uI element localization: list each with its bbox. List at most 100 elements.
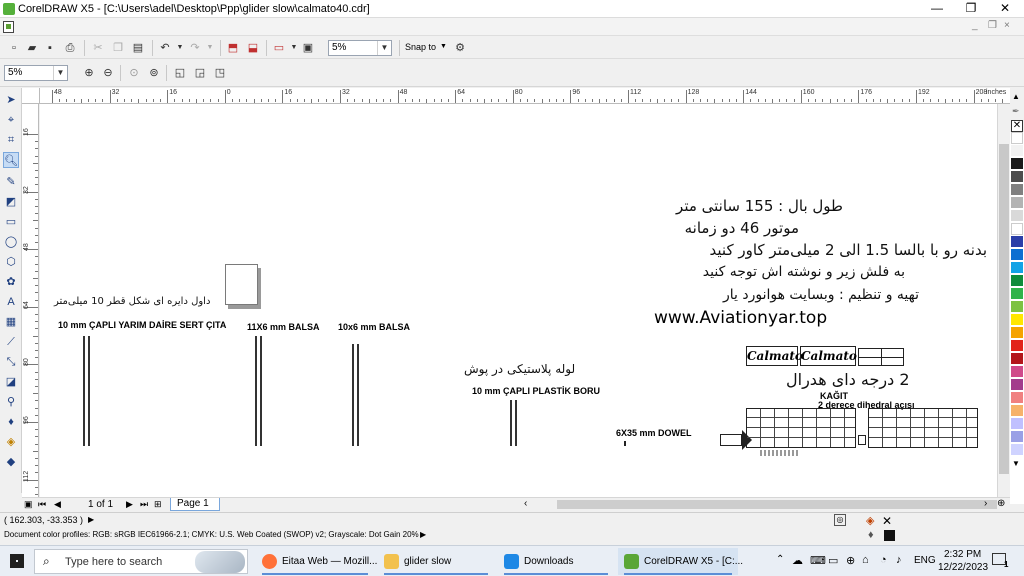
print-icon[interactable]: ⎙ xyxy=(62,40,78,56)
redo-dropdown-icon[interactable]: ▼ xyxy=(202,40,218,56)
page-icon[interactable]: ▣ xyxy=(24,499,33,510)
half-round-strip[interactable] xyxy=(83,336,85,446)
zoom-to-page-height-icon[interactable]: ◳ xyxy=(212,65,228,81)
horizontal-ruler[interactable]: 48 32 16 0 16 32 48 64 80 96 112 128 144 160 176 192 208… xyxy=(40,88,1010,104)
palette-swatch[interactable] xyxy=(1011,392,1023,404)
language-indicator[interactable]: ENG xyxy=(914,555,936,566)
calmato-logo-grid[interactable] xyxy=(858,348,904,366)
palette-swatch[interactable] xyxy=(1011,314,1023,326)
property-zoom-combo[interactable]: 5% ▼ xyxy=(4,65,68,81)
zoom-to-all-objects-icon[interactable]: ⊚ xyxy=(146,65,162,81)
palette-swatch[interactable] xyxy=(1011,210,1023,222)
dowel-label[interactable]: 6X35 mm DOWEL xyxy=(616,428,692,438)
close-button[interactable]: ✕ xyxy=(988,0,1022,18)
import-icon[interactable]: ⬒ xyxy=(225,40,241,56)
vertical-ruler[interactable]: 163248648096112128 xyxy=(22,104,39,497)
palette-swatch[interactable] xyxy=(1011,353,1023,365)
palette-swatch[interactable] xyxy=(1011,340,1023,352)
balsa-10x6-label[interactable]: 10x6 mm BALSA xyxy=(338,322,410,332)
taskbar-coreldraw[interactable]: CorelDRAW X5 - [C:... xyxy=(618,548,743,575)
arrow-left-icon[interactable] xyxy=(858,435,866,445)
pen-nib-icon[interactable]: ✒ xyxy=(1012,106,1020,117)
calmato-logo[interactable]: Calmato xyxy=(800,346,857,366)
welcome-screen-icon[interactable]: ▣ xyxy=(300,40,316,56)
maximize-button[interactable]: ❐ xyxy=(954,0,988,18)
dimension-tool-icon[interactable]: ⟋ xyxy=(3,334,19,350)
snap-to-dropdown-icon[interactable]: ▼ xyxy=(440,43,447,50)
palette-swatch[interactable] xyxy=(1011,405,1023,417)
palette-swatch[interactable] xyxy=(1011,288,1023,300)
chevron-down-icon[interactable]: ▼ xyxy=(53,66,67,80)
wing-panel-right[interactable] xyxy=(868,408,978,448)
dihedral-fa-text[interactable]: 2 درجه دای هدرال xyxy=(786,370,910,389)
no-color-swatch[interactable]: ✕ xyxy=(1011,120,1023,132)
outline-color-swatch[interactable] xyxy=(884,530,895,541)
arrow-note-text[interactable]: به فلش زیر و نوشته اش توجه کنید xyxy=(703,264,905,280)
balsa-10x6-strip[interactable] xyxy=(352,344,354,446)
calmato-logo[interactable]: Calmato xyxy=(746,346,803,366)
zoom-out-icon[interactable]: ⊖ xyxy=(100,65,116,81)
palette-swatch[interactable] xyxy=(1011,418,1023,430)
clock-date[interactable]: 12/22/2023 xyxy=(938,562,988,573)
engine-text[interactable]: موتور 46 دو زمانه xyxy=(685,219,799,237)
show-hidden-icons[interactable]: ⌃ xyxy=(776,554,784,565)
half-round-label[interactable]: 10 mm ÇAPLI YARIM DAİRE SERT ÇITA xyxy=(58,320,226,330)
navigator-icon[interactable]: ⊕ xyxy=(997,498,1005,509)
ruler-origin[interactable] xyxy=(22,88,40,104)
snap-to-button[interactable]: Snap to xyxy=(405,42,436,52)
taskbar-explorer[interactable]: glider slow xyxy=(378,548,494,575)
cut-icon[interactable]: ✂ xyxy=(90,40,106,56)
palette-swatch[interactable] xyxy=(1011,145,1023,157)
rectangle-tool-icon[interactable]: ▭ xyxy=(3,214,19,230)
horizontal-scroll-thumb[interactable] xyxy=(557,500,997,509)
scroll-left-icon[interactable]: ‹ xyxy=(524,498,527,509)
taskbar-search-box[interactable]: ⌕ Type here to search xyxy=(34,549,248,574)
last-page-icon[interactable]: ⏭ xyxy=(140,499,148,510)
scroll-right-icon[interactable]: › xyxy=(984,498,987,509)
taskbar-downloads[interactable]: Downloads xyxy=(498,548,614,575)
basic-shapes-tool-icon[interactable]: ✿ xyxy=(3,274,19,290)
taskbar-firefox[interactable]: Eitaa Web — Mozill... xyxy=(256,548,377,575)
windows-start-icon[interactable] xyxy=(10,554,24,568)
palette-swatch[interactable] xyxy=(1011,223,1023,235)
vertical-scrollbar[interactable] xyxy=(997,104,1009,497)
website-text[interactable]: www.Aviationyar.top xyxy=(654,308,827,328)
balsa-10x6-strip[interactable] xyxy=(357,344,359,446)
outline-pen-icon[interactable]: ♦ xyxy=(868,529,874,541)
palette-swatch[interactable] xyxy=(1011,262,1023,274)
palette-swatch[interactable] xyxy=(1011,197,1023,209)
doc-restore-button[interactable]: ❐ xyxy=(988,20,997,31)
palette-scroll-down-icon[interactable]: ▼ xyxy=(1012,459,1020,468)
palette-swatch[interactable] xyxy=(1011,236,1023,248)
small-note-text[interactable] xyxy=(760,450,800,456)
minimize-button[interactable]: — xyxy=(920,0,954,18)
fill-indicator-icon[interactable]: ◈ xyxy=(866,514,874,527)
crop-tool-icon[interactable]: ⌗ xyxy=(3,132,19,148)
vertical-scroll-thumb[interactable] xyxy=(999,144,1009,474)
plastic-tube-strip[interactable] xyxy=(510,400,512,446)
wing-panel-left[interactable] xyxy=(746,408,856,448)
palette-swatch[interactable] xyxy=(1011,431,1023,443)
text-tool-icon[interactable]: A xyxy=(3,294,19,310)
snap-status-icon[interactable]: ◎ xyxy=(834,514,846,526)
dowel-shape[interactable] xyxy=(624,441,626,446)
add-page-icon[interactable]: ⊞ xyxy=(154,499,162,510)
copy-icon[interactable]: ❐ xyxy=(110,40,126,56)
page-border[interactable] xyxy=(225,264,258,305)
onedrive-icon[interactable]: ☁ xyxy=(792,554,803,567)
palette-swatch[interactable] xyxy=(1011,366,1023,378)
network-icon[interactable]: ⌨ xyxy=(810,554,826,567)
ellipse-tool-icon[interactable]: ◯ xyxy=(3,234,19,250)
palette-swatch[interactable] xyxy=(1011,158,1023,170)
connector-tool-icon[interactable]: ⤡ xyxy=(3,354,19,370)
profiles-arrow-icon[interactable]: ▶ xyxy=(420,530,426,539)
half-round-strip[interactable] xyxy=(88,336,90,446)
cloud-icon[interactable]: ⌂ xyxy=(862,554,869,566)
plastic-tube-label[interactable]: 10 mm ÇAPLI PLASTİK BORU xyxy=(472,386,600,396)
palette-swatch[interactable] xyxy=(1011,275,1023,287)
fill-tool-icon[interactable]: ◈ xyxy=(3,434,19,450)
undo-dropdown-icon[interactable]: ▼ xyxy=(172,40,188,56)
palette-swatch[interactable] xyxy=(1011,184,1023,196)
balsa-11x6-strip[interactable] xyxy=(260,336,262,446)
palette-swatch[interactable] xyxy=(1011,249,1023,261)
